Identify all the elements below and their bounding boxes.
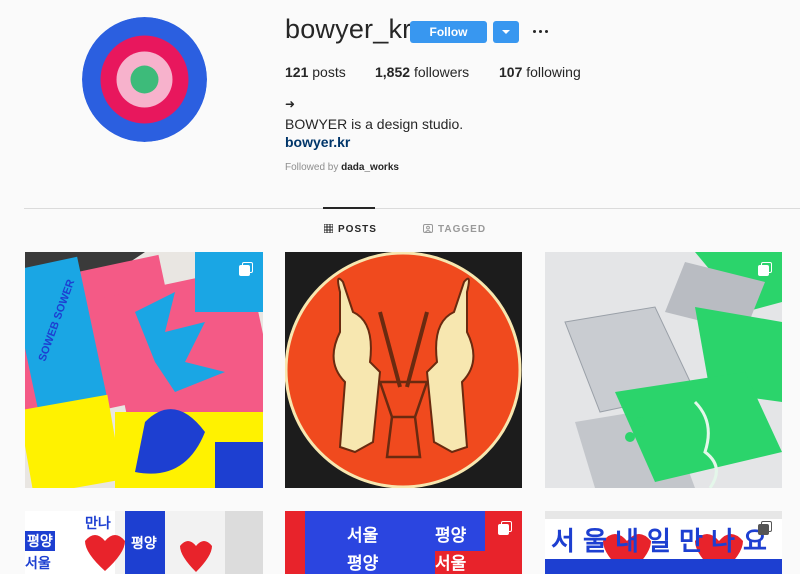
posts-count: 121 posts (285, 64, 346, 80)
post-text: 서울 (347, 526, 379, 546)
posts-count-value: 121 (285, 64, 309, 80)
tab-posts-label: POSTS (338, 224, 377, 235)
following-count-value: 107 (499, 64, 523, 80)
following-link[interactable]: 107 following (499, 64, 581, 80)
multiple-photos-icon (758, 521, 772, 535)
followers-count-label: followers (413, 64, 470, 80)
profile-tabs-divider (24, 208, 800, 209)
follow-button[interactable]: Follow (410, 21, 487, 43)
multiple-photos-icon (239, 262, 253, 276)
chevron-down-icon (502, 30, 510, 34)
more-dot-icon (533, 30, 536, 33)
post-text: 서울 (25, 556, 51, 572)
profile-bio: BOWYER is a design studio. (285, 116, 464, 132)
post-text: 만 (679, 527, 703, 557)
followers-link[interactable]: 1,852 followers (375, 64, 469, 80)
post-text: 일 (647, 527, 671, 557)
multiple-photos-icon (758, 262, 772, 276)
post-text: 평양 (25, 531, 55, 551)
followed-by: Followed by dada_works (285, 162, 399, 173)
profile-username: bowyer_kr (285, 14, 412, 44)
post-image: SOWEB SOWER (25, 252, 263, 488)
tag-person-icon (423, 224, 433, 233)
multiple-photos-icon (498, 521, 512, 535)
followed-by-prefix: Followed by (285, 162, 339, 173)
following-count-label: following (526, 64, 581, 80)
post-korean-banner-poster[interactable]: 서 울 내 일 만 나 요 (545, 511, 782, 574)
post-image (285, 511, 522, 574)
post-image (285, 252, 522, 488)
tab-tagged-label: TAGGED (438, 224, 487, 235)
suggested-dropdown-button[interactable] (493, 21, 519, 43)
post-text: 울 (583, 527, 607, 557)
profile-website-link[interactable]: bowyer.kr (285, 134, 350, 150)
tab-posts[interactable]: POSTS (323, 223, 377, 235)
active-tab-indicator (323, 207, 375, 209)
post-text: 평양 (435, 526, 467, 546)
more-dot-icon (539, 30, 542, 33)
post-text: 평양 (347, 554, 379, 574)
post-riso-print-posters[interactable]: SOWEB SOWER (25, 252, 263, 488)
tab-tagged[interactable]: TAGGED (423, 224, 486, 235)
post-korean-text-poster-hearts[interactable]: 평양 서울 평양 만나 (25, 511, 263, 574)
post-text: 평양 (131, 536, 157, 552)
post-text: 내 (615, 527, 639, 557)
grid-icon (323, 223, 334, 234)
post-green-silver-booklets[interactable] (545, 252, 782, 488)
post-image (545, 252, 782, 488)
profile-avatar[interactable] (82, 17, 207, 142)
post-korean-blue-red-poster[interactable]: 서울 평양 평양 서울 (285, 511, 522, 574)
bio-arrow-icon: ➜ (285, 97, 296, 111)
post-text: 나 (711, 527, 735, 557)
post-text: 서울 (435, 554, 467, 574)
followers-count-value: 1,852 (375, 64, 411, 80)
followed-by-user-link[interactable]: dada_works (341, 162, 399, 173)
posts-count-label: posts (312, 64, 346, 80)
more-options-button[interactable] (530, 22, 550, 40)
more-dot-icon (545, 30, 548, 33)
post-rabbits-mortar-illustration[interactable] (285, 252, 522, 488)
post-text: 만나 (85, 516, 111, 532)
post-text: 서 (551, 527, 575, 557)
